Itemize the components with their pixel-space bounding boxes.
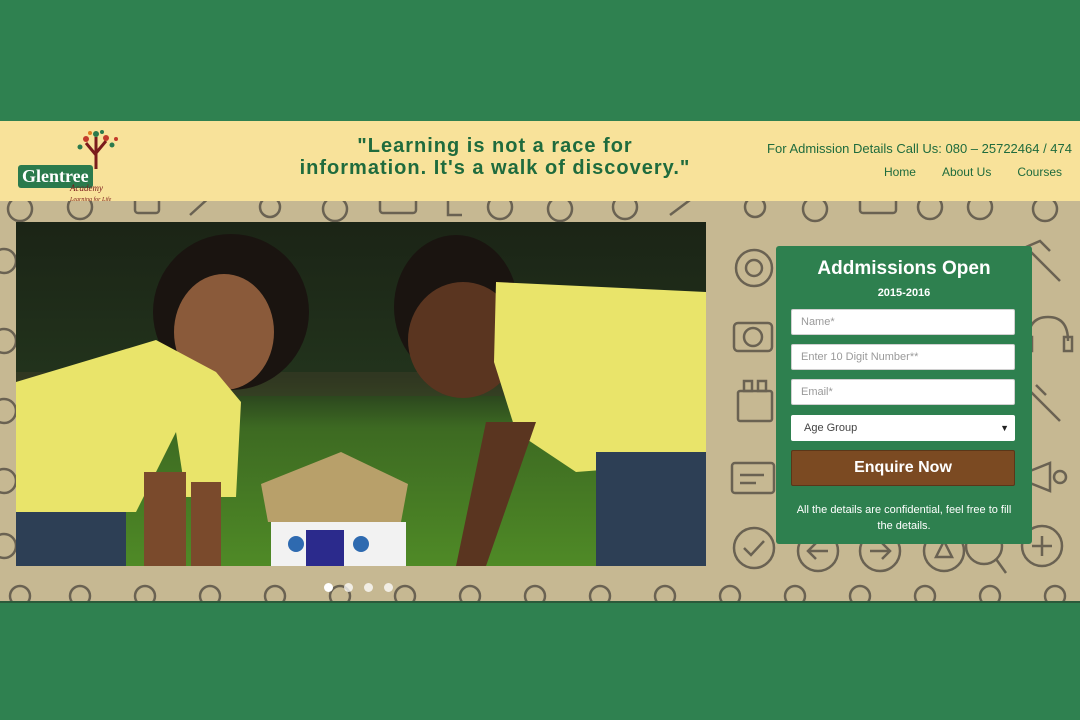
children-photo-icon: [16, 222, 706, 566]
carousel-dot-3[interactable]: [364, 583, 373, 592]
hero-photo: [16, 222, 706, 566]
enquire-now-button[interactable]: Enquire Now: [791, 450, 1015, 486]
name-input[interactable]: [791, 309, 1015, 335]
divider: [0, 601, 1080, 603]
privacy-note: All the details are confidential, feel f…: [796, 504, 1012, 532]
phone-input[interactable]: [791, 344, 1015, 370]
logo-sub: Academy Learning for Life: [70, 183, 112, 203]
nav-courses[interactable]: Courses: [1017, 165, 1062, 179]
carousel-dot-1[interactable]: [324, 583, 333, 592]
admission-phone: For Admission Details Call Us: 080 – 257…: [767, 141, 1072, 156]
age-group-value: Age Group: [804, 422, 858, 434]
admission-form: Addmissions Open 2015-2016 Age Group ▼ E…: [776, 246, 1032, 544]
age-group-select[interactable]: Age Group ▼: [791, 415, 1015, 441]
carousel-dot-4[interactable]: [384, 583, 393, 592]
carousel-dots: [324, 583, 393, 592]
quote-line-2: information. It's a walk of discovery.": [299, 157, 691, 179]
main-nav: Home About Us Courses: [884, 165, 1062, 179]
email-input[interactable]: [791, 379, 1015, 405]
nav-about-us[interactable]: About Us: [942, 165, 991, 179]
tree-logo-icon: [77, 130, 118, 169]
nav-home[interactable]: Home: [884, 165, 916, 179]
quote-line-1: "Learning is not a race for: [357, 135, 633, 157]
form-title: Addmissions Open: [817, 258, 991, 279]
form-year: 2015-2016: [877, 287, 931, 299]
header: Glentree Academy Learning for Life "Learn…: [0, 121, 1080, 203]
logo[interactable]: Glentree Academy Learning for Life: [18, 129, 128, 203]
header-quote: "Learning is not a race for information.…: [280, 135, 710, 179]
dropdown-arrow-icon: ▼: [1000, 423, 1009, 433]
carousel-dot-2[interactable]: [344, 583, 353, 592]
